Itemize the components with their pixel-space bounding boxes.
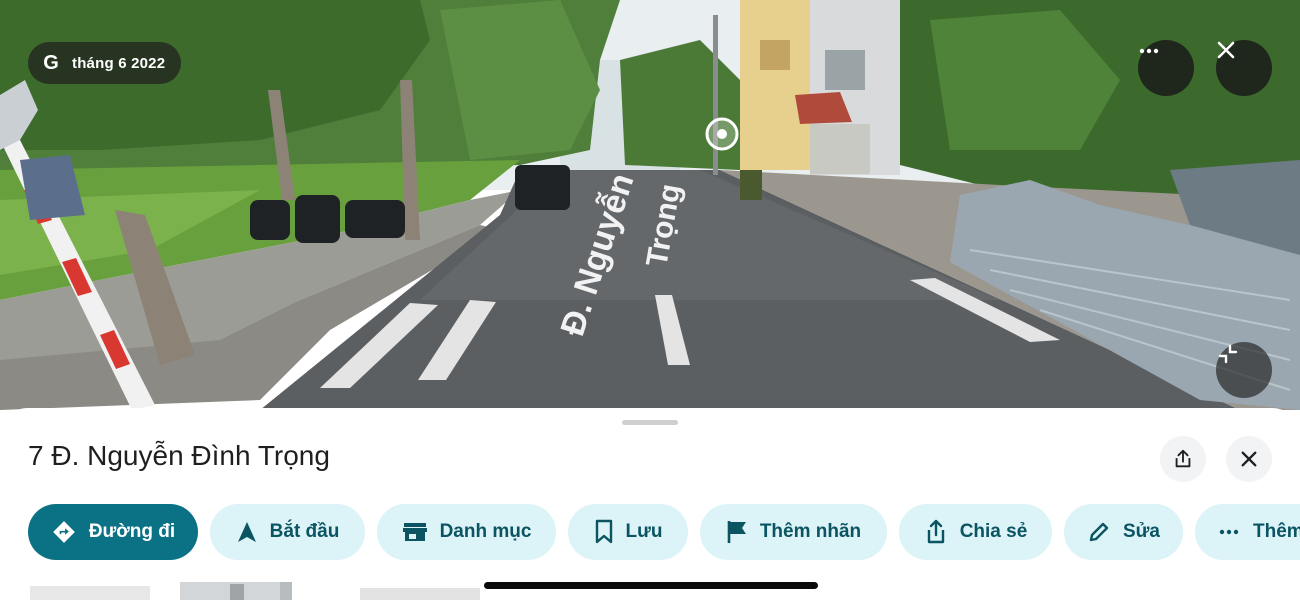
close-sheet-button[interactable] (1226, 436, 1272, 482)
more-options-button[interactable] (1138, 40, 1194, 96)
start-label: Bắt đầu (269, 521, 340, 542)
pencil-icon (1089, 522, 1109, 542)
directions-button[interactable]: Đường đi (28, 504, 198, 560)
more-horizontal-icon (1219, 529, 1239, 535)
capture-date: tháng 6 2022 (72, 54, 166, 72)
edit-label: Sửa (1123, 521, 1160, 542)
collapse-view-button[interactable] (1216, 342, 1272, 398)
place-bottom-sheet: 7 Đ. Nguyễn Đình Trọng Đường đi Bắt đầu (0, 408, 1300, 600)
add-label-label: Thêm nhãn (759, 521, 862, 542)
close-icon (1241, 451, 1257, 467)
photo-thumbnail-peek (30, 582, 480, 600)
share-button[interactable] (1160, 436, 1206, 482)
more-button[interactable]: Thêm (1195, 504, 1300, 560)
capture-date-chip[interactable]: G tháng 6 2022 (28, 42, 182, 84)
save-label: Lưu (625, 521, 663, 542)
place-title: 7 Đ. Nguyễn Đình Trọng (28, 440, 330, 471)
action-chips-row[interactable]: Đường đi Bắt đầu Danh mục Lưu Thêm nhãn … (28, 504, 1300, 560)
more-horizontal-icon (1139, 48, 1159, 54)
store-icon (402, 523, 427, 541)
collapse-icon (1218, 344, 1238, 364)
category-button[interactable]: Danh mục (377, 504, 556, 560)
google-logo: G (43, 52, 59, 74)
edit-button[interactable]: Sửa (1064, 504, 1183, 560)
directions-label: Đường đi (88, 521, 176, 542)
start-button[interactable]: Bắt đầu (210, 504, 365, 560)
navigation-arrow-icon (237, 522, 256, 542)
add-label-button[interactable]: Thêm nhãn (700, 504, 887, 560)
category-label: Danh mục (439, 521, 532, 542)
close-street-view-button[interactable] (1216, 40, 1272, 96)
photo-strip-peek (30, 580, 490, 600)
share-icon (1175, 449, 1191, 468)
share-label: Chia sẻ (959, 521, 1028, 542)
save-button[interactable]: Lưu (568, 504, 688, 560)
home-indicator[interactable] (484, 582, 818, 589)
street-scene: Đ. Nguyễn Trọng (0, 0, 1300, 410)
directions-icon (52, 521, 75, 543)
flag-icon (727, 521, 746, 543)
share-chip-button[interactable]: Chia sẻ (899, 504, 1052, 560)
more-label: Thêm (1253, 521, 1300, 542)
bookmark-icon (595, 519, 612, 544)
street-view-panorama[interactable]: Đ. Nguyễn Trọng G tháng 6 2022 (0, 0, 1300, 425)
share-icon (927, 519, 944, 544)
sheet-drag-handle[interactable] (622, 420, 678, 425)
close-icon (1217, 41, 1235, 59)
